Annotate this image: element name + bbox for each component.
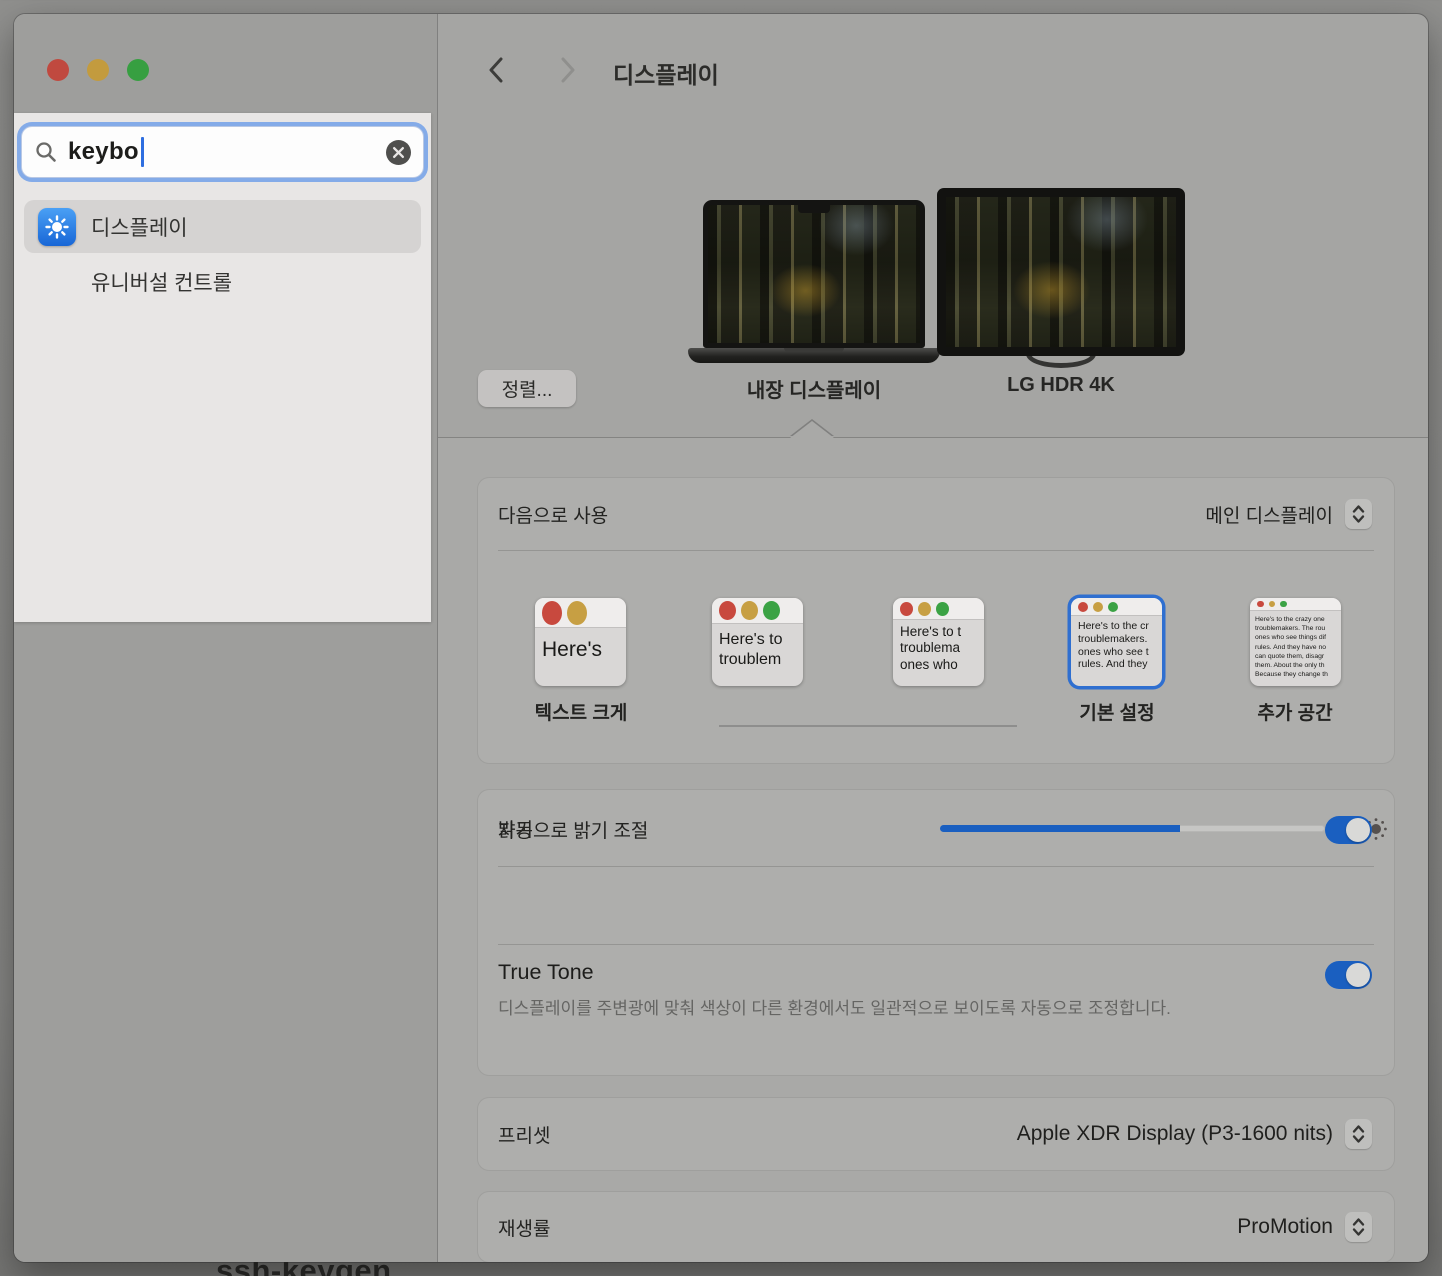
- close-window-button[interactable]: [47, 59, 69, 81]
- refresh-rate-dropdown[interactable]: [1345, 1212, 1372, 1242]
- mini-titlebar: [712, 598, 803, 624]
- scaling-middle-line: [719, 725, 1017, 727]
- mini-yellow-dot: [567, 601, 587, 625]
- use-as-label: 다음으로 사용: [498, 501, 608, 528]
- use-as-dropdown[interactable]: [1345, 499, 1372, 529]
- minimize-window-button[interactable]: [87, 59, 109, 81]
- page-title: 디스플레이: [613, 56, 719, 90]
- builtin-display-label: 내장 디스플레이: [678, 374, 950, 403]
- mini-yellow-dot: [741, 601, 758, 620]
- mini-yellow-dot: [1093, 602, 1103, 612]
- preset-dropdown[interactable]: [1345, 1119, 1372, 1149]
- selected-display-pointer: [790, 421, 834, 438]
- laptop-notch: [798, 205, 830, 213]
- scaling-option-more-space[interactable]: Here's to the crazy one troublemakers. T…: [1250, 598, 1341, 686]
- mini-green-dot: [936, 602, 949, 616]
- use-as-card: 다음으로 사용 메인 디스플레이 Here's Here's to troubl…: [478, 478, 1394, 763]
- settings-panel: 다음으로 사용 메인 디스플레이 Here's Here's to troubl…: [438, 438, 1428, 1262]
- card-divider: [498, 944, 1374, 945]
- mini-green-dot: [1280, 601, 1287, 608]
- laptop-base: [688, 348, 940, 363]
- scaling-label-larger-text: 텍스트 크게: [491, 698, 671, 725]
- mini-preview-text: Here's to t troublema ones who: [893, 620, 984, 673]
- builtin-display-thumbnail[interactable]: [703, 200, 925, 348]
- sidebar-item-label: 디스플레이: [91, 212, 188, 242]
- mini-preview-text: Here's to troublem: [712, 624, 803, 669]
- monitor-wallpaper: [946, 197, 1176, 347]
- preset-card: 프리셋 Apple XDR Display (P3-1600 nits): [478, 1098, 1394, 1170]
- mini-preview-text: Here's: [535, 628, 626, 663]
- toggle-knob: [1346, 963, 1370, 987]
- clear-search-button[interactable]: [386, 140, 411, 165]
- arrange-displays-button[interactable]: 정렬...: [478, 370, 576, 407]
- brightness-card: 밝기: [478, 790, 1394, 1075]
- toggle-knob: [1346, 818, 1370, 842]
- sidebar-item-universal-control[interactable]: 유니버설 컨트롤: [91, 266, 232, 298]
- card-divider: [498, 550, 1374, 551]
- slider-fill: [940, 825, 1180, 832]
- mini-red-dot: [542, 601, 562, 625]
- mini-red-dot: [900, 602, 913, 616]
- use-as-row: 다음으로 사용 메인 디스플레이: [478, 478, 1394, 550]
- scaling-label-more-space: 추가 공간: [1205, 698, 1385, 725]
- mini-preview-text: Here's to the cr troublemakers. ones who…: [1071, 616, 1162, 671]
- mini-titlebar: [1071, 598, 1162, 616]
- mini-green-dot: [763, 601, 780, 620]
- preset-label: 프리셋: [498, 1121, 550, 1148]
- search-results-popover: keybo: [14, 113, 431, 622]
- auto-brightness-toggle[interactable]: [1325, 816, 1372, 844]
- sidebar: keybo: [14, 14, 437, 1262]
- mini-titlebar: [893, 598, 984, 620]
- mini-titlebar: [1250, 598, 1341, 611]
- mini-red-dot: [1078, 602, 1088, 612]
- mini-preview-text: Here's to the crazy one troublemakers. T…: [1250, 611, 1341, 679]
- scaling-option-larger-text[interactable]: Here's: [535, 598, 626, 686]
- search-icon: [34, 140, 58, 164]
- card-divider: [498, 866, 1374, 867]
- preset-value: Apple XDR Display (P3-1600 nits): [1017, 1122, 1333, 1146]
- back-button[interactable]: [482, 56, 510, 84]
- sidebar-item-label: 유니버설 컨트롤: [91, 267, 232, 297]
- mini-red-dot: [719, 601, 736, 620]
- use-as-value: 메인 디스플레이: [1205, 501, 1333, 528]
- refresh-rate-label: 재생률: [498, 1214, 550, 1241]
- brightness-slider: [940, 790, 1372, 866]
- mini-titlebar: [535, 598, 626, 628]
- auto-brightness-label: 자동으로 밝기 조절: [498, 816, 648, 843]
- refresh-rate-row: 재생률 ProMotion: [478, 1192, 1394, 1262]
- scaling-option-2[interactable]: Here's to troublem: [712, 598, 803, 686]
- refresh-rate-value: ProMotion: [1237, 1215, 1333, 1239]
- system-settings-window: keybo: [14, 14, 1428, 1262]
- preset-row: 프리셋 Apple XDR Display (P3-1600 nits): [478, 1098, 1394, 1170]
- external-display-label: LG HDR 4K: [925, 374, 1197, 397]
- scaling-option-default-selected[interactable]: Here's to the cr troublemakers. ones who…: [1071, 598, 1162, 686]
- display-brightness-icon: [38, 208, 76, 246]
- true-tone-description: 디스플레이를 주변광에 맞춰 색상이 다른 환경에서도 일관적으로 보이도록 자…: [498, 996, 1258, 1022]
- true-tone-toggle[interactable]: [1325, 961, 1372, 989]
- external-display-thumbnail[interactable]: [937, 188, 1185, 356]
- text-cursor: [141, 137, 144, 167]
- scaling-label-default: 기본 설정: [1027, 698, 1207, 725]
- mini-yellow-dot: [918, 602, 931, 616]
- mini-green-dot: [1108, 602, 1118, 612]
- forward-button[interactable]: [554, 56, 582, 84]
- sidebar-item-display[interactable]: 디스플레이: [24, 200, 421, 253]
- true-tone-label: True Tone: [498, 960, 594, 985]
- search-input[interactable]: keybo: [21, 126, 424, 178]
- mini-red-dot: [1257, 601, 1264, 608]
- mini-yellow-dot: [1269, 601, 1276, 608]
- scaling-option-3[interactable]: Here's to t troublema ones who: [893, 598, 984, 686]
- refresh-rate-card: 재생률 ProMotion: [478, 1192, 1394, 1262]
- zoom-window-button[interactable]: [127, 59, 149, 81]
- search-query-text: keybo: [68, 138, 139, 166]
